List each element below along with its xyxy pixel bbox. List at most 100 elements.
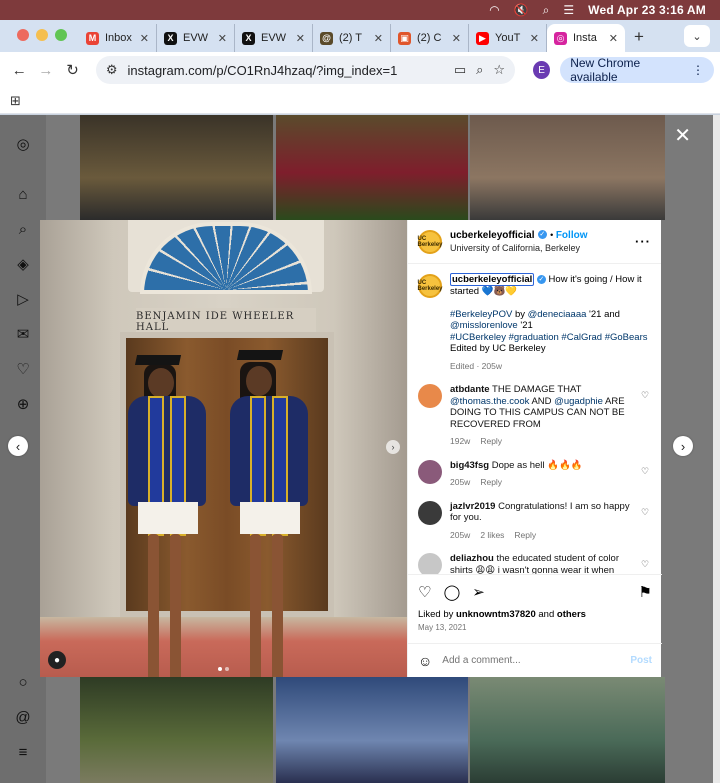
close-tab-icon[interactable]: ✕ <box>296 32 305 45</box>
new-chrome-available-button[interactable]: New Chrome available ⋮ <box>560 56 714 84</box>
cast-icon[interactable]: ▭ <box>454 62 466 78</box>
commenter-avatar[interactable] <box>418 384 442 408</box>
comment-like-heart-icon[interactable]: ♡ <box>641 384 651 448</box>
grid-post-thumbnail[interactable] <box>276 115 468 220</box>
follow-button[interactable]: Follow <box>556 230 588 241</box>
comment-username[interactable]: jazlvr2019 <box>450 501 495 512</box>
browser-tab[interactable]: ◎ Insta ✕ <box>547 24 625 52</box>
browser-tab[interactable]: X EVW ✕ <box>157 24 235 52</box>
explore-icon[interactable]: ◈ <box>14 255 32 273</box>
post-username[interactable]: ucberkeleyofficial <box>450 230 534 241</box>
photo-next-icon[interactable]: › <box>386 440 400 454</box>
post-location[interactable]: University of California, Berkeley <box>450 242 627 255</box>
like-heart-icon[interactable]: ♡ <box>418 583 431 601</box>
close-window-button[interactable] <box>17 29 29 41</box>
post-side-panel: UC Berkeley ucberkeleyofficial ✓ • Follo… <box>407 220 662 677</box>
minimize-window-button[interactable] <box>36 29 48 41</box>
menu-bar-clock[interactable]: Wed Apr 23 3:16 AM <box>588 3 706 17</box>
reply-button[interactable]: Reply <box>480 477 502 489</box>
wifi-icon[interactable]: ◠ <box>489 3 499 17</box>
comment-bubble-icon[interactable]: ◯ <box>443 583 460 601</box>
zoom-window-button[interactable] <box>55 29 67 41</box>
new-chrome-label: New Chrome available <box>570 56 641 84</box>
liked-by-user[interactable]: unknowntm37820 <box>456 609 536 620</box>
mute-icon[interactable]: 🔇 <box>514 3 529 17</box>
tagged-people-icon[interactable]: ● <box>48 651 66 669</box>
comment-username[interactable]: deliazhou <box>450 553 494 564</box>
tab-search-button[interactable]: ⌄ <box>684 25 710 47</box>
close-tab-icon[interactable]: ✕ <box>609 32 618 45</box>
commenter-avatar[interactable] <box>418 500 442 525</box>
add-comment-input[interactable]: Add a comment... <box>442 655 620 666</box>
post-comment-button[interactable]: Post <box>630 655 652 666</box>
grid-post-thumbnail[interactable] <box>80 115 273 220</box>
address-bar[interactable]: ⚙ instagram.com/p/CO1RnJ4hzaq/?img_index… <box>95 56 516 84</box>
zoom-icon[interactable]: ⌕ <box>476 62 483 78</box>
back-button[interactable]: ← <box>6 62 33 79</box>
browser-tab[interactable]: @ (2) T ✕ <box>313 24 391 52</box>
notifications-heart-icon[interactable]: ♡ <box>14 360 32 378</box>
url-text[interactable]: instagram.com/p/CO1RnJ4hzaq/?img_index=1 <box>127 63 443 78</box>
create-icon[interactable]: ⊕ <box>14 395 32 413</box>
reply-button[interactable]: Reply <box>480 436 502 448</box>
post-date[interactable]: May 13, 2021 <box>418 623 652 632</box>
apps-grid-icon[interactable]: ⊞ <box>10 93 21 109</box>
share-paper-plane-icon[interactable]: ➢ <box>472 583 485 601</box>
comment-like-heart-icon[interactable]: ♡ <box>641 501 651 542</box>
youtube-icon: ▶ <box>476 31 489 45</box>
verified-badge-icon: ✓ <box>537 230 547 240</box>
caption-avatar[interactable]: UC Berkeley <box>418 274 443 298</box>
grid-post-thumbnail[interactable] <box>470 115 665 220</box>
close-tab-icon[interactable]: ✕ <box>530 32 539 45</box>
messages-icon[interactable]: ✉ <box>14 325 32 343</box>
bookmarks-bar: ⊞ <box>0 88 720 114</box>
home-icon[interactable]: ⌂ <box>14 185 32 203</box>
commenter-avatar[interactable] <box>418 553 442 574</box>
browser-tab[interactable]: ▣ (2) C ✕ <box>391 24 469 52</box>
search-icon[interactable]: ⌕ <box>14 220 32 238</box>
caption-username[interactable]: ucberkeleyofficial <box>450 273 535 286</box>
browser-tab[interactable]: X EVW ✕ <box>235 24 313 52</box>
commenter-avatar[interactable] <box>418 459 442 484</box>
more-menu-icon[interactable]: ≡ <box>14 743 32 761</box>
threads-app-icon[interactable]: @ <box>14 708 32 726</box>
liked-by-others[interactable]: others <box>557 609 586 620</box>
post-photo[interactable]: BENJAMIN IDE WHEELER HALL › ● <box>40 220 407 677</box>
next-post-button[interactable]: › <box>673 436 693 456</box>
previous-post-button[interactable]: ‹ <box>8 436 28 456</box>
close-modal-icon[interactable]: ✕ <box>674 123 691 148</box>
close-tab-icon[interactable]: ✕ <box>374 32 383 45</box>
reply-button[interactable]: Reply <box>514 530 536 542</box>
close-tab-icon[interactable]: ✕ <box>140 32 149 45</box>
control-center-icon[interactable]: ☰ <box>563 3 574 17</box>
page-scrollbar[interactable] <box>713 115 720 783</box>
forward-button[interactable]: → <box>33 62 60 79</box>
bookmark-star-icon[interactable]: ☆ <box>493 62 505 78</box>
instagram-logo-icon[interactable]: ◎ <box>14 135 32 153</box>
close-tab-icon[interactable]: ✕ <box>452 32 461 45</box>
grid-post-thumbnail[interactable] <box>470 677 665 783</box>
comment-like-heart-icon[interactable]: ♡ <box>641 553 651 574</box>
emoji-smiley-icon[interactable]: ☺ <box>418 653 432 669</box>
search-icon[interactable]: ⌕ <box>543 3 550 18</box>
grid-post-thumbnail[interactable] <box>80 677 273 783</box>
profile-avatar[interactable]: E <box>533 61 551 79</box>
comment-likes-count[interactable]: 2 likes <box>480 530 504 542</box>
reels-icon[interactable]: ▷ <box>14 290 32 308</box>
grid-post-thumbnail[interactable] <box>276 677 468 783</box>
reload-button[interactable]: ↻ <box>59 61 86 79</box>
comment-like-heart-icon[interactable]: ♡ <box>641 460 651 489</box>
tab-title: (2) T <box>339 32 363 44</box>
browser-tab[interactable]: M Inbox ✕ <box>79 24 157 52</box>
account-avatar[interactable]: UC Berkeley <box>418 229 443 254</box>
browser-tab[interactable]: ▶ YouT ✕ <box>469 24 547 52</box>
new-tab-button[interactable]: + <box>625 27 653 52</box>
site-info-icon[interactable]: ⚙ <box>106 62 118 78</box>
more-options-icon[interactable]: ··· <box>635 234 651 249</box>
tab-title: Insta <box>573 32 597 44</box>
save-bookmark-icon[interactable]: ⚑ <box>639 583 652 601</box>
close-tab-icon[interactable]: ✕ <box>218 32 227 45</box>
comment-username[interactable]: atbdante <box>450 384 490 395</box>
comment-username[interactable]: big43fsg <box>450 460 489 471</box>
threads-icon[interactable]: ○ <box>14 673 32 691</box>
